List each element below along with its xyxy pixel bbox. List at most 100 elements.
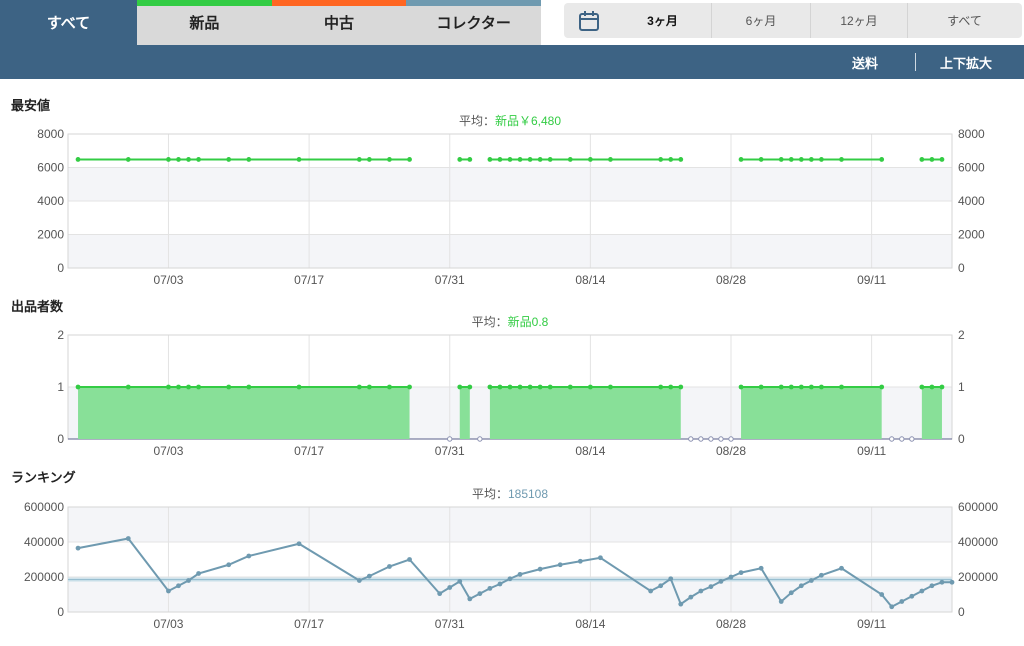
- data-point: [246, 157, 252, 162]
- data-point: [929, 157, 935, 162]
- data-point: [176, 157, 181, 162]
- data-point: [678, 384, 684, 390]
- y-tick-label-right: 600000: [958, 500, 998, 514]
- data-point: [296, 541, 302, 547]
- data-point: [457, 157, 463, 162]
- x-tick-label: 07/03: [153, 273, 183, 287]
- data-point: [497, 384, 503, 390]
- x-tick-label: 08/28: [716, 617, 746, 631]
- data-point: [708, 584, 714, 590]
- data-point: [507, 576, 513, 582]
- data-point: [186, 157, 191, 162]
- data-point: [929, 384, 935, 390]
- data-point: [447, 585, 453, 590]
- data-point: [879, 384, 885, 390]
- x-tick-label: 07/03: [153, 444, 183, 458]
- data-point: [75, 384, 81, 390]
- data-point: [437, 591, 443, 597]
- x-tick-label: 08/14: [575, 444, 605, 458]
- data-point: [356, 157, 362, 162]
- data-point: [648, 588, 654, 594]
- x-tick-label: 07/31: [435, 444, 465, 458]
- x-tick-label: 07/31: [435, 617, 465, 631]
- y-tick-label-left: 200000: [24, 570, 64, 584]
- data-point: [517, 384, 523, 390]
- data-point: [356, 384, 362, 390]
- data-point: [467, 596, 473, 602]
- price-chart: 0 0 2000 2000 4000 4000 6000 6000 8000 8000 07/03 0…: [37, 113, 985, 287]
- zero-point: [899, 436, 905, 442]
- series-area: [459, 387, 470, 439]
- data-point: [366, 384, 372, 390]
- data-point: [176, 583, 181, 589]
- data-point: [909, 593, 915, 599]
- data-point: [497, 581, 503, 587]
- average-prefix: 平均：: [459, 114, 495, 128]
- ranking-chart: 0 0 200000 200000 400000 400000 600000 600000 07…: [24, 487, 998, 631]
- zero-point: [698, 436, 704, 442]
- x-tick-label: 07/03: [153, 617, 183, 631]
- series-area: [489, 387, 681, 439]
- x-tick-label: 07/17: [294, 273, 324, 287]
- data-point: [186, 578, 191, 583]
- data-point: [75, 545, 81, 551]
- data-point: [497, 157, 503, 162]
- zero-point: [477, 436, 483, 442]
- zero-point: [889, 436, 895, 442]
- data-point: [738, 157, 744, 162]
- y-tick-label-right: 400000: [958, 535, 998, 549]
- data-point: [507, 384, 513, 390]
- data-point: [788, 157, 794, 162]
- y-tick-label-right: 200000: [958, 570, 998, 584]
- x-tick-label: 08/14: [575, 273, 605, 287]
- data-point: [798, 384, 804, 390]
- data-point: [537, 384, 543, 390]
- data-point: [738, 570, 744, 576]
- y-tick-label-right: 2: [958, 328, 965, 342]
- sellers-chart: 0 0 1 1 2 2 07/03 07/17 07/31 08/14 08/28 09/11 平均：新…: [57, 314, 965, 458]
- data-point: [587, 384, 593, 390]
- data-point: [407, 384, 412, 390]
- data-point: [166, 157, 171, 162]
- data-point: [296, 384, 302, 390]
- data-point: [889, 604, 895, 610]
- data-point: [125, 384, 131, 390]
- zero-point: [708, 436, 714, 442]
- x-tick-label: 09/11: [857, 444, 886, 458]
- y-tick-label-right: 4000: [958, 194, 985, 208]
- zero-point: [909, 436, 915, 442]
- data-point: [226, 157, 232, 162]
- data-point: [547, 157, 553, 162]
- data-point: [557, 562, 563, 568]
- x-tick-label: 07/17: [294, 444, 324, 458]
- data-point: [839, 384, 844, 390]
- data-point: [457, 384, 463, 390]
- data-point: [808, 157, 814, 162]
- average-value: 新品￥6,480: [495, 113, 561, 128]
- y-tick-label-right: 8000: [958, 127, 985, 141]
- data-point: [196, 571, 201, 576]
- data-point: [819, 572, 824, 578]
- data-point: [668, 384, 674, 390]
- data-point: [186, 384, 191, 390]
- plot-band: [68, 234, 952, 268]
- data-point: [808, 384, 814, 390]
- data-point: [246, 384, 252, 390]
- y-tick-label-left: 0: [57, 261, 64, 275]
- data-point: [919, 588, 925, 594]
- data-point: [176, 384, 181, 390]
- x-tick-label: 08/28: [716, 444, 746, 458]
- data-point: [658, 157, 664, 162]
- data-point: [808, 578, 814, 583]
- x-tick-label: 09/11: [857, 273, 886, 287]
- data-point: [678, 601, 684, 607]
- data-point: [839, 157, 844, 162]
- data-point: [487, 384, 493, 390]
- y-tick-label-left: 6000: [37, 161, 64, 175]
- y-tick-label-left: 8000: [37, 127, 64, 141]
- data-point: [778, 384, 784, 390]
- y-tick-label-left: 0: [57, 605, 64, 619]
- data-point: [547, 384, 553, 390]
- plot-band: [68, 507, 952, 542]
- data-point: [166, 588, 171, 594]
